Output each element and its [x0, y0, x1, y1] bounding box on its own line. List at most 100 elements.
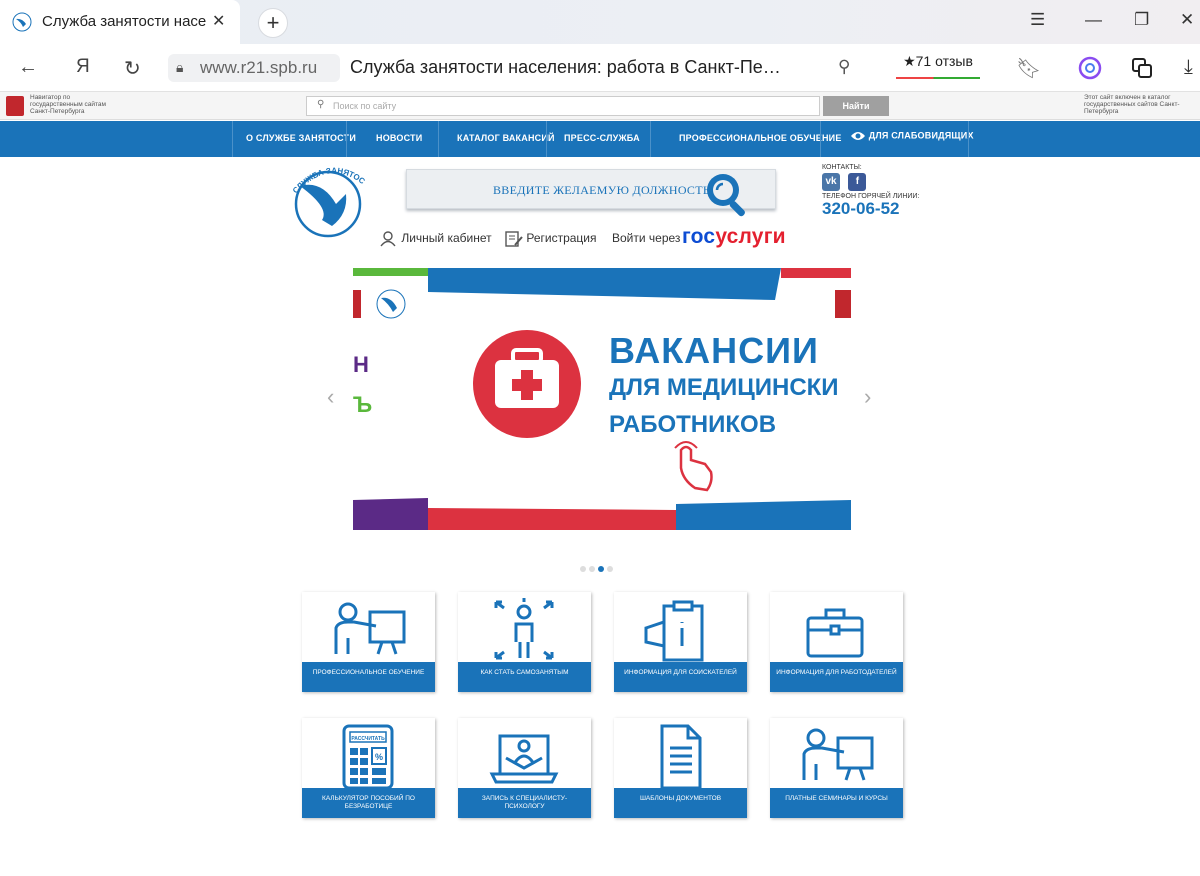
tile-benefit-calculator[interactable]: РАССЧИТАТЬ % Калькулятор пособий по безр… [302, 718, 435, 818]
svg-text:%: % [375, 752, 383, 762]
tile-label: Как стать самозанятым [458, 662, 591, 692]
new-tab-button[interactable]: + [258, 8, 288, 38]
nav-press[interactable]: ПРЕСС-СЛУЖБА [564, 133, 640, 143]
nav-about[interactable]: О СЛУЖБЕ ЗАНЯТОСТИ [246, 133, 356, 143]
bookmark-icon[interactable]: 🔖︎ [1016, 56, 1041, 81]
tile-label: Платные семинары и курсы [770, 788, 903, 818]
nav-divider [546, 121, 547, 157]
slide-dot-active[interactable] [598, 566, 604, 572]
gov-search-input[interactable]: ⚲ Поиск по сайту [306, 96, 820, 116]
registration-link[interactable]: Регистрация [505, 231, 597, 247]
slide-dot[interactable] [607, 566, 613, 572]
vacancy-search-box[interactable]: ВВЕДИТЕ ЖЕЛАЕМУЮ ДОЛЖНОСТЬ [406, 169, 776, 217]
banner-prev-arrow[interactable]: ‹ [327, 384, 334, 410]
magnifier-icon[interactable] [701, 170, 753, 220]
gov-search-button[interactable]: Найти [823, 96, 889, 116]
download-icon[interactable]: ⤓ [1184, 56, 1193, 79]
browser-tab-bar: Служба занятости насе ✕ + ☰ — ❐ ✕ [0, 0, 1200, 44]
hotline-phone[interactable]: 320-06-52 [822, 200, 942, 218]
url-field[interactable]: 🔒︎ www.r21.spb.ru [168, 54, 340, 82]
tile-label: Калькулятор пособий по безработице [302, 788, 435, 818]
tile-psychologist-appointment[interactable]: Запись к специалисту-психологу [458, 718, 591, 818]
laptop-person-icon [489, 734, 559, 784]
calculate-button-text: РАССЧИТАТЬ [351, 736, 385, 742]
vacancy-search-placeholder: ВВЕДИТЕ ЖЕЛАЕМУЮ ДОЛЖНОСТЬ [493, 183, 711, 197]
tile-paid-seminars[interactable]: Платные семинары и курсы [770, 718, 903, 818]
nav-divider [438, 121, 439, 157]
nav-low-vision-label: ДЛЯ СЛАБОВИДЯЩИХ [868, 130, 974, 141]
banner-left-peek-2: Ъ [353, 392, 373, 417]
teacher-icon [334, 602, 406, 655]
contacts-label: КОНТАКТЫ: [822, 164, 862, 171]
tile-employers-info[interactable]: Информация для работодателей [770, 592, 903, 692]
gov-navigator-text[interactable]: Навигатор по государственным сайтам Санк… [30, 94, 120, 115]
banner-subtitle-2: РАБОТНИКОВ [609, 411, 777, 438]
contacts-block: КОНТАКТЫ: vk f ТЕЛЕФОН ГОРЯЧЕЙ ЛИНИИ: 32… [822, 164, 942, 218]
slide-dot[interactable] [580, 566, 586, 572]
employment-service-logo[interactable]: СЛУЖБА ЗАНЯТОСТИ [292, 164, 366, 238]
tile-self-employed[interactable]: Как стать самозанятым [458, 592, 591, 692]
nav-training[interactable]: ПРОФЕССИОНАЛЬНОЕ ОБУЧЕНИЕ [679, 133, 842, 143]
menu-icon[interactable]: ☰ [1030, 10, 1045, 30]
nav-divider [650, 121, 651, 157]
clipboard-info-icon [644, 600, 704, 662]
gosuslugi-part-a: гос [682, 225, 716, 248]
slide-dot[interactable] [589, 566, 595, 572]
search-icon[interactable]: ⚲ [838, 57, 850, 77]
form-edit-icon [505, 231, 523, 247]
tile-label: Информация для работодателей [770, 662, 903, 692]
person-arrows-icon [494, 598, 554, 660]
personal-cabinet-link[interactable]: Личный кабинет [380, 231, 492, 247]
banner-subtitle: ДЛЯ МЕДИЦИНСКИ [609, 374, 839, 401]
address-page-title: Служба занятости населения: работа в Сан… [350, 57, 781, 77]
address-bar: ← Я ↻ 🔒︎ www.r21.spb.ru Служба занятости… [0, 44, 1200, 92]
calculator-icon: РАССЧИТАТЬ % [342, 724, 394, 790]
url-text: www.r21.spb.ru [200, 58, 318, 77]
login-via-label: Войти через [612, 231, 681, 245]
spb-emblem-icon [6, 96, 24, 116]
collections-icon[interactable] [1130, 56, 1154, 86]
tile-professional-training[interactable]: Профессиональное обучение [302, 592, 435, 692]
gosuslugi-link[interactable]: госуслуги [682, 225, 786, 249]
yandex-icon[interactable]: Я [76, 56, 90, 78]
tab-title: Служба занятости насе [42, 13, 207, 30]
user-icon [380, 231, 396, 247]
gosuslugi-part-b: услуги [715, 225, 786, 248]
nav-vacancies[interactable]: КАТАЛОГ ВАКАНСИЙ [457, 133, 555, 143]
tile-job-seekers-info[interactable]: Информация для соискателей [614, 592, 747, 692]
close-window-icon[interactable]: ✕ [1180, 10, 1194, 30]
nav-divider [820, 121, 821, 157]
banner-next-arrow[interactable]: › [864, 384, 871, 410]
nav-divider [346, 121, 347, 157]
banner-title: ВАКАНСИИ [609, 330, 819, 371]
reviews-badge[interactable]: ★71 отзыв [896, 53, 980, 79]
gov-search-placeholder: Поиск по сайту [333, 101, 397, 111]
personal-cabinet-label: Личный кабинет [401, 231, 492, 246]
facebook-icon[interactable]: f [848, 173, 867, 191]
reload-icon[interactable]: ↻ [124, 56, 141, 81]
promo-banner[interactable]: Н Ъ ВАКАНСИИ ДЛЯ МЕДИЦИНСКИ РАБОТНИКОВ [353, 268, 851, 530]
minimize-icon[interactable]: — [1085, 10, 1102, 30]
nav-divider [232, 121, 233, 157]
document-icon [660, 724, 702, 790]
registration-label: Регистрация [526, 231, 597, 246]
nav-low-vision[interactable]: ДЛЯ СЛАБОВИДЯЩИХ [850, 130, 974, 142]
tab-close-icon[interactable]: ✕ [212, 11, 225, 31]
site-favicon-icon [12, 12, 32, 32]
alice-icon[interactable] [1078, 56, 1102, 86]
tile-document-templates[interactable]: Шаблоны документов [614, 718, 747, 818]
briefcase-icon [806, 608, 864, 658]
nav-divider [968, 121, 969, 157]
restore-icon[interactable]: ❐ [1134, 10, 1149, 30]
tile-label: Запись к специалисту-психологу [458, 788, 591, 818]
search-icon: ⚲ [317, 99, 325, 110]
gov-catalog-text[interactable]: Этот сайт включен в каталог государствен… [1084, 94, 1200, 115]
tile-label: Шаблоны документов [614, 788, 747, 818]
main-nav: О СЛУЖБЕ ЗАНЯТОСТИ НОВОСТИ КАТАЛОГ ВАКАН… [0, 121, 1200, 157]
browser-tab[interactable]: Служба занятости насе ✕ [0, 0, 240, 44]
banner-dots [580, 559, 616, 577]
vk-icon[interactable]: vk [822, 173, 840, 191]
gov-navigator-strip: Навигатор по государственным сайтам Санк… [0, 92, 1200, 120]
nav-news[interactable]: НОВОСТИ [376, 133, 422, 143]
back-icon[interactable]: ← [18, 56, 38, 79]
